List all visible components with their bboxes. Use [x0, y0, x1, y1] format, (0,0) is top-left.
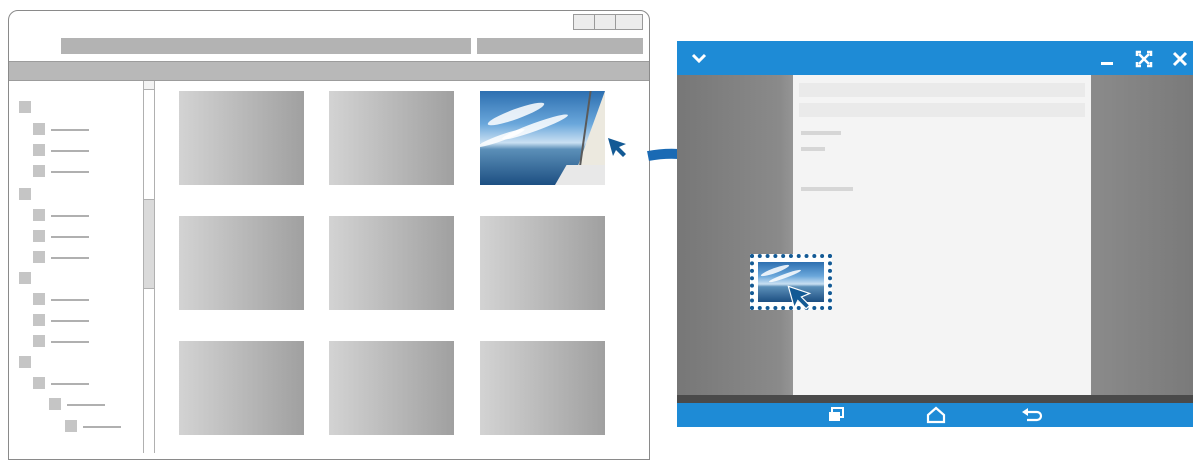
cloud — [480, 126, 526, 150]
file-icon — [33, 144, 45, 156]
tree-label — [51, 383, 89, 385]
thumbnail[interactable] — [329, 91, 454, 185]
app-content — [793, 75, 1091, 395]
thumbnail[interactable] — [179, 341, 304, 435]
placeholder-line — [801, 147, 825, 151]
close-icon[interactable] — [1171, 50, 1189, 68]
deck — [555, 165, 605, 185]
scroll-thumb[interactable] — [144, 199, 154, 289]
file-manager-window — [8, 10, 650, 460]
tree-label — [51, 341, 89, 343]
form-row — [799, 103, 1085, 117]
pointer-icon — [787, 285, 812, 310]
window-controls — [573, 14, 643, 30]
file-icon — [33, 293, 45, 305]
device-nav-bar — [677, 403, 1193, 427]
toolbar — [9, 61, 649, 81]
tree-label — [51, 236, 89, 238]
file-icon — [33, 314, 45, 326]
thumbnail[interactable] — [179, 91, 304, 185]
folder-icon — [19, 356, 31, 368]
tree-label — [51, 320, 89, 322]
form-row — [799, 83, 1085, 97]
file-icon — [33, 377, 45, 389]
thumbnail[interactable] — [179, 216, 304, 310]
device-window — [677, 41, 1193, 427]
fullscreen-icon[interactable] — [1135, 50, 1153, 68]
close-button[interactable] — [615, 14, 643, 30]
file-icon — [49, 398, 61, 410]
folder-tree — [9, 81, 143, 459]
device-title-bar — [677, 41, 1193, 75]
folder-icon — [19, 101, 31, 113]
tree-label — [51, 257, 89, 259]
placeholder-line — [801, 187, 853, 191]
pointer-icon — [608, 138, 626, 157]
minimize-icon[interactable] — [1099, 51, 1115, 67]
thumbnail[interactable] — [480, 216, 605, 310]
placeholder-line — [801, 131, 841, 135]
tree-label — [83, 426, 121, 428]
scroll-up-button[interactable] — [144, 81, 154, 90]
file-icon — [33, 335, 45, 347]
device-screen — [677, 75, 1193, 403]
thumbnail[interactable] — [329, 341, 454, 435]
thumbnail[interactable] — [480, 341, 605, 435]
tree-scrollbar[interactable] — [143, 81, 155, 453]
recent-apps-icon[interactable] — [827, 407, 845, 423]
file-icon — [33, 165, 45, 177]
maximize-button[interactable] — [594, 14, 616, 30]
chevron-down-icon[interactable] — [691, 50, 707, 66]
file-icon — [33, 230, 45, 242]
search-bar[interactable] — [477, 38, 643, 54]
tree-label — [51, 299, 89, 301]
tree-label — [67, 404, 105, 406]
tree-label — [51, 215, 89, 217]
tree-label — [51, 171, 89, 173]
folder-icon — [19, 188, 31, 200]
thumbnail-photo-sailboat[interactable] — [480, 91, 605, 185]
home-icon[interactable] — [926, 406, 946, 424]
file-icon — [65, 420, 77, 432]
back-icon[interactable] — [1021, 407, 1043, 423]
thumbnail[interactable] — [329, 216, 454, 310]
system-bar — [677, 395, 1193, 403]
minimize-button[interactable] — [573, 14, 595, 30]
tree-label — [51, 129, 89, 131]
file-icon — [33, 209, 45, 221]
tree-label — [51, 150, 89, 152]
folder-icon — [19, 272, 31, 284]
file-icon — [33, 251, 45, 263]
address-bar[interactable] — [61, 38, 471, 54]
file-icon — [33, 123, 45, 135]
